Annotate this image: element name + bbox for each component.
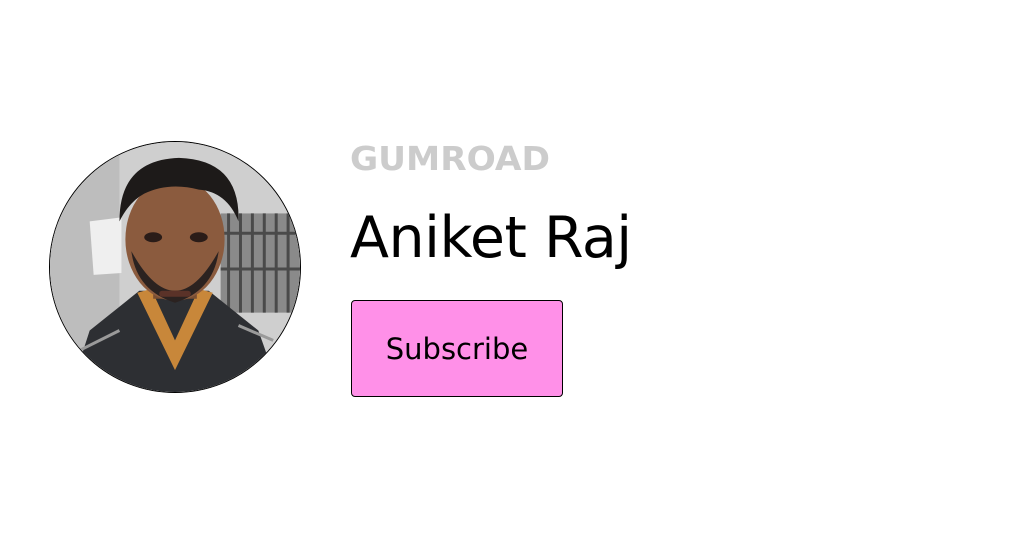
profile-name: Aniket Raj xyxy=(350,205,632,271)
gumroad-logo: GUMROAD xyxy=(350,140,552,174)
profile-card: GUMROAD Aniket Raj Subscribe xyxy=(0,0,1024,536)
gumroad-wordmark-text: GUMROAD xyxy=(350,140,550,174)
gumroad-wordmark-icon: GUMROAD xyxy=(350,140,550,174)
subscribe-button[interactable]: Subscribe xyxy=(351,300,563,397)
avatar xyxy=(49,141,301,393)
avatar-photo-icon xyxy=(50,142,300,392)
